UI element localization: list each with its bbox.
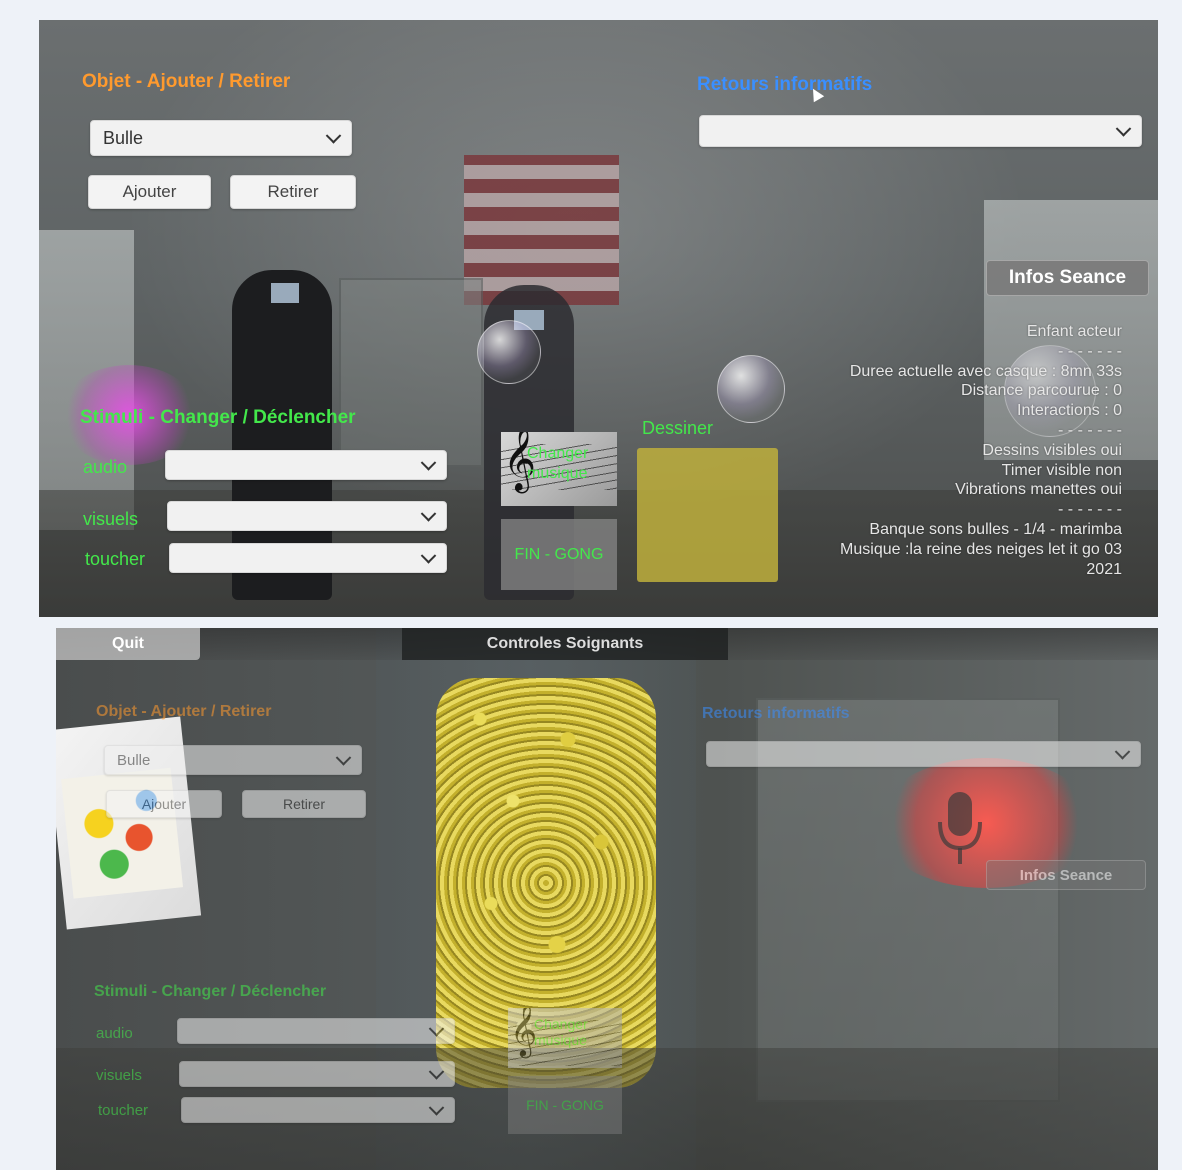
session-info-line: - - - - - - - — [1058, 501, 1122, 519]
session-info-button[interactable]: Infos Seance — [986, 860, 1146, 890]
visuals-select[interactable] — [179, 1061, 455, 1087]
audio-label: audio — [96, 1025, 133, 1042]
object-select[interactable]: Bulle — [104, 745, 362, 775]
feedback-heading: Retours informatifs — [697, 74, 873, 95]
feedback-select[interactable] — [706, 741, 1141, 767]
audio-select[interactable] — [177, 1018, 455, 1044]
draw-pad[interactable] — [637, 448, 778, 582]
quit-button[interactable]: Quit — [56, 628, 200, 660]
session-info-line: Timer visible non — [1001, 461, 1122, 479]
bubble-1 — [477, 320, 541, 384]
chevron-down-icon — [428, 1100, 445, 1116]
microphone-icon — [938, 792, 982, 864]
object-select-value: Bulle — [103, 127, 144, 148]
feedback-select[interactable] — [699, 115, 1142, 147]
session-info-line: Enfant acteur — [1026, 323, 1122, 340]
remove-button[interactable]: Retirer — [242, 790, 366, 818]
wall-poster — [464, 155, 619, 305]
mask-left — [271, 283, 299, 303]
chevron-down-icon — [420, 506, 437, 522]
chevron-down-icon — [1115, 121, 1132, 137]
end-gong-button[interactable]: FIN - GONG — [508, 1076, 622, 1134]
session-info-line: - - - - - - - — [1058, 342, 1122, 360]
chevron-down-icon — [428, 1021, 445, 1037]
touch-select[interactable] — [181, 1097, 455, 1123]
chevron-down-icon — [428, 1064, 445, 1080]
visuals-select[interactable] — [167, 501, 447, 531]
session-info-line: Musique :la reine des neiges let it go 0… — [840, 540, 1122, 558]
bubble-2 — [717, 355, 785, 423]
session-info-line: Duree actuelle avec casque : 8mn 33s — [849, 362, 1122, 380]
audio-select[interactable] — [165, 450, 447, 480]
touch-label: toucher — [98, 1102, 149, 1119]
stimuli-heading: Stimuli - Changer / Déclencher — [80, 407, 356, 428]
audio-label: audio — [83, 457, 128, 477]
top-screenshot: Objet - Ajouter / Retirer Bulle Ajouter … — [39, 20, 1158, 617]
session-info-line: 2021 — [1086, 560, 1122, 578]
remove-button[interactable]: Retirer — [230, 175, 356, 209]
session-info-line: Interactions : 0 — [1017, 402, 1122, 420]
visuals-label: visuels — [96, 1067, 142, 1084]
object-heading: Objet - Ajouter / Retirer — [82, 71, 291, 92]
session-info-line: Banque sons bulles - 1/4 - marimba — [869, 520, 1122, 538]
bottom-screenshot: Quit Controles Soignants Objet - Ajouter… — [56, 628, 1158, 1170]
chevron-down-icon — [335, 750, 352, 766]
session-info-line: Dessins visibles oui — [982, 441, 1122, 459]
end-gong-button[interactable]: FIN - GONG — [501, 519, 617, 590]
touch-label: toucher — [85, 549, 146, 569]
stimuli-heading: Stimuli - Changer / Déclencher — [94, 983, 327, 1000]
picture-card-image — [61, 767, 184, 899]
change-music-button[interactable]: 𝄞 Changer musique — [508, 1008, 622, 1068]
add-button[interactable]: Ajouter — [88, 175, 211, 209]
left-window — [39, 230, 134, 530]
chevron-down-icon — [420, 548, 437, 564]
chevron-down-icon — [325, 128, 342, 144]
mask-right — [514, 310, 544, 330]
change-music-button[interactable]: 𝄞 Changer musique — [501, 432, 617, 506]
object-select[interactable]: Bulle — [90, 120, 352, 156]
change-music-label: Changer musique — [534, 1016, 588, 1048]
session-info-text: Enfant acteur - - - - - - - Duree actuelle… — [792, 322, 1122, 579]
session-info-button[interactable]: Infos Seance — [986, 260, 1149, 296]
object-heading: Objet - Ajouter / Retirer — [96, 703, 272, 720]
add-button[interactable]: Ajouter — [106, 790, 222, 818]
visuals-label: visuels — [83, 509, 139, 529]
chevron-down-icon — [1114, 744, 1131, 760]
window-title: Controles Soignants — [402, 628, 728, 660]
object-select-value: Bulle — [117, 751, 151, 769]
session-info-line: Distance parcourue : 0 — [961, 382, 1122, 400]
session-info-line: - - - - - - - — [1058, 421, 1122, 439]
touch-select[interactable] — [169, 543, 447, 573]
blackboard — [339, 278, 483, 467]
draw-label: Dessiner — [642, 418, 714, 438]
feedback-heading: Retours informatifs — [702, 705, 850, 722]
session-info-line: Vibrations manettes oui — [955, 481, 1122, 499]
change-music-label: Changer musique — [527, 445, 589, 482]
chevron-down-icon — [420, 455, 437, 471]
